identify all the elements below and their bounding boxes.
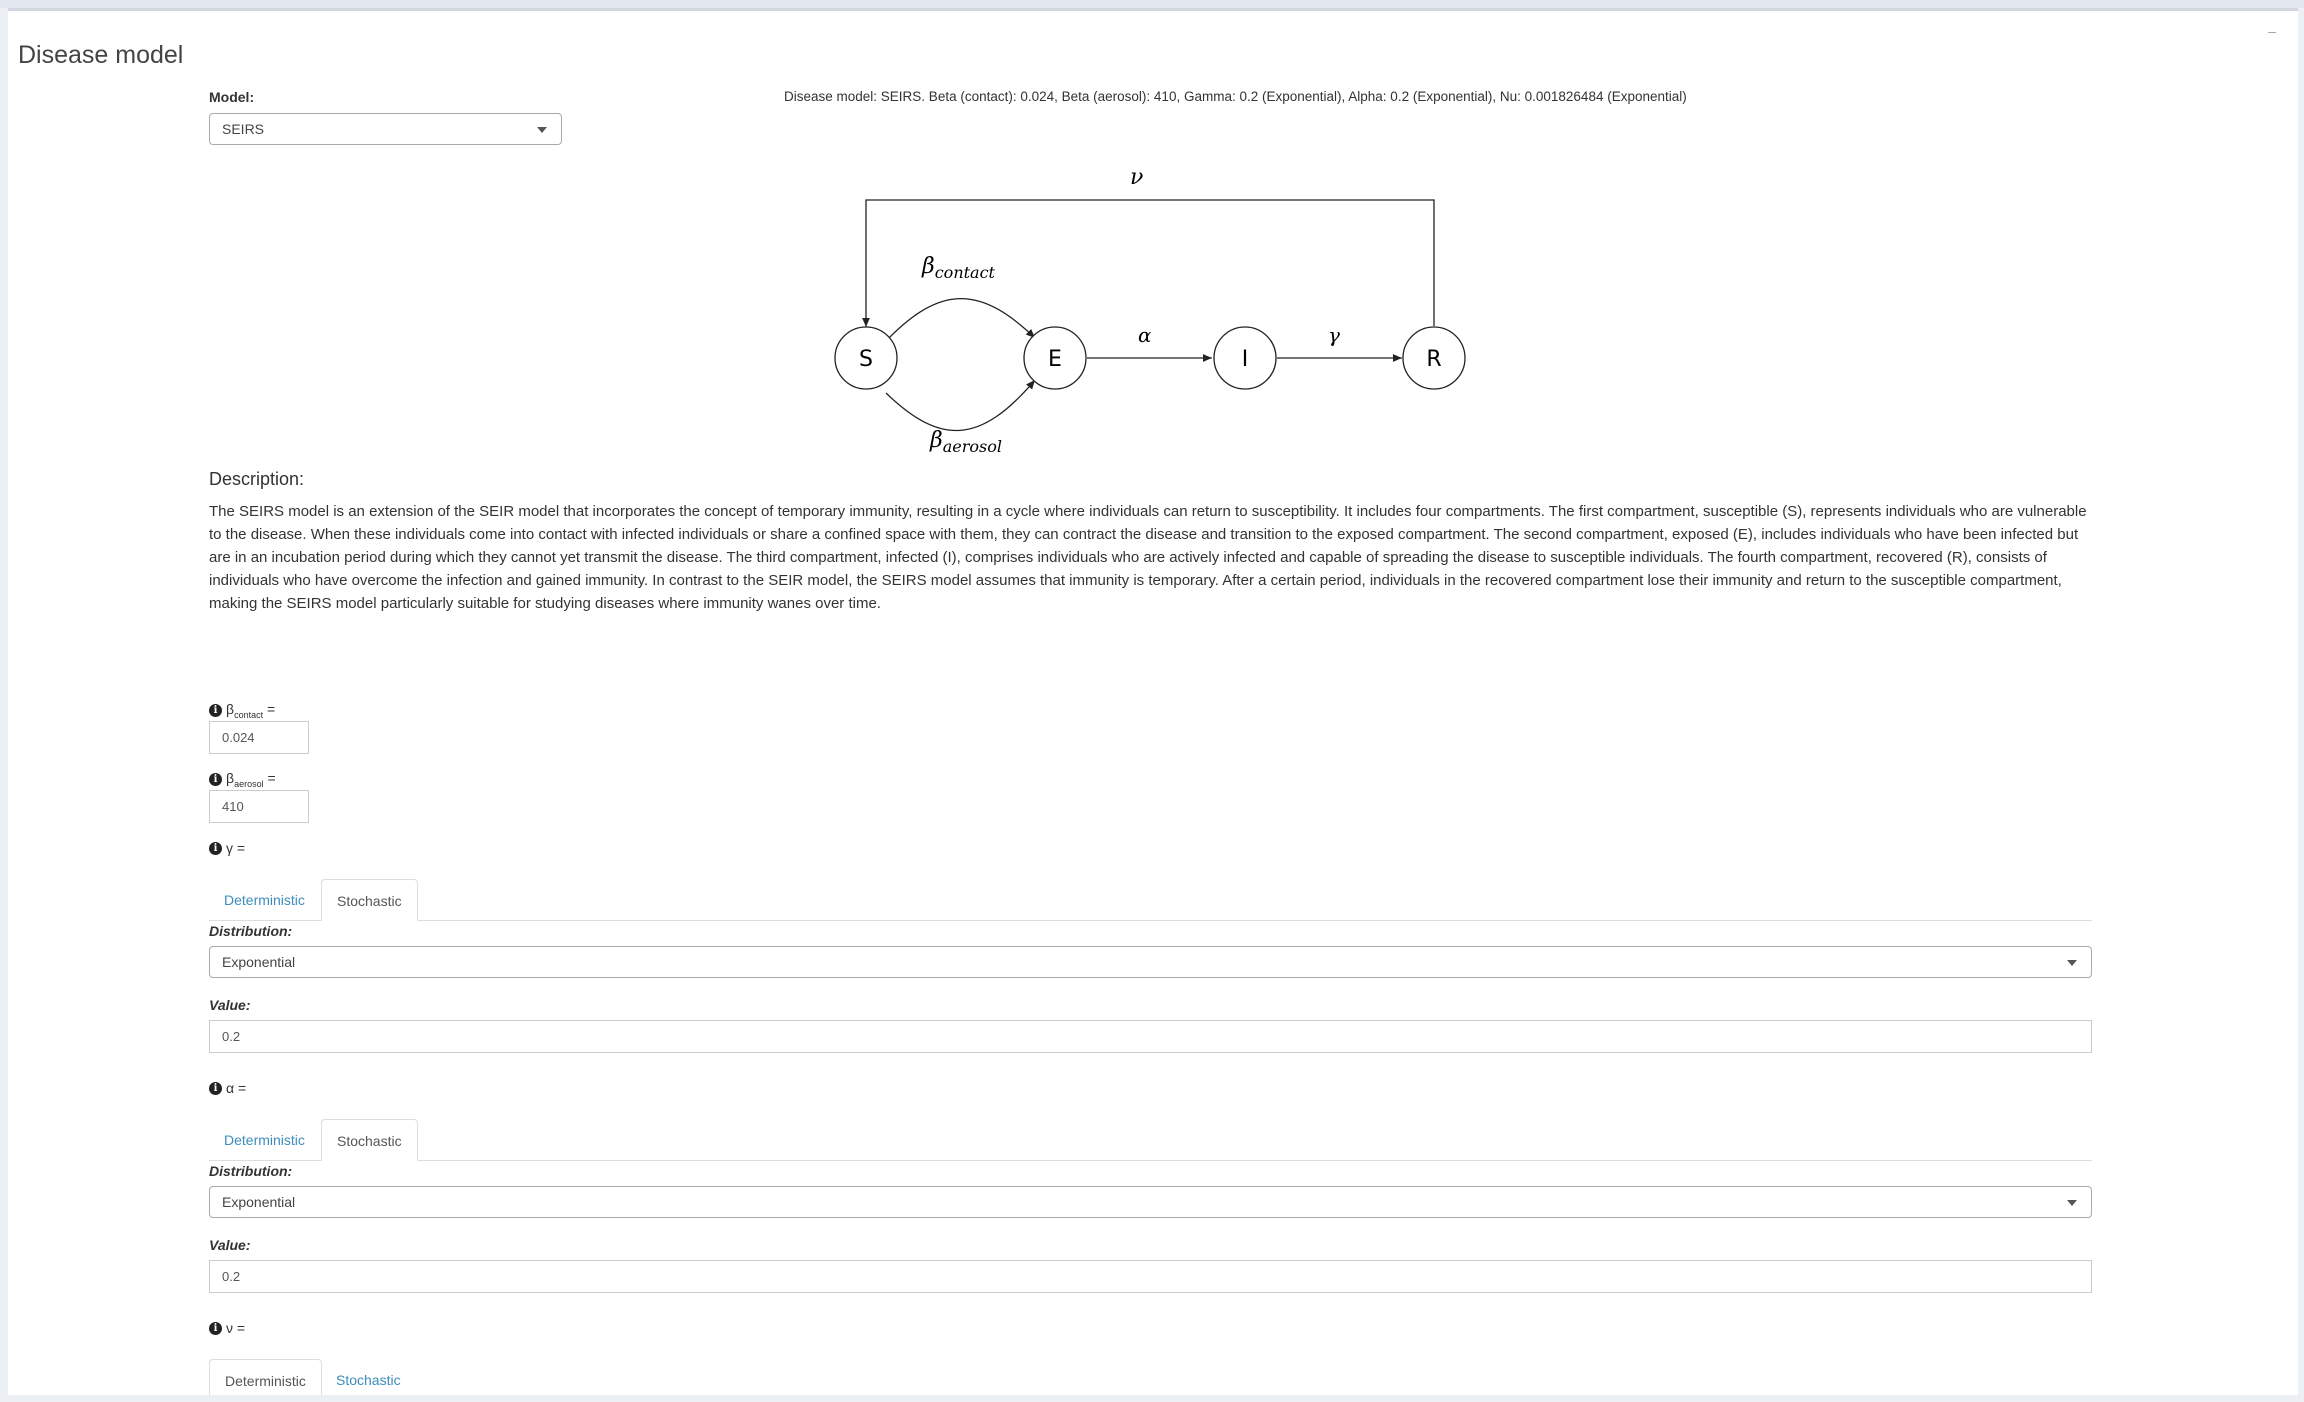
gamma-value-input[interactable]: 0.2	[209, 1020, 2092, 1053]
tab-deterministic[interactable]: Deterministic	[209, 879, 320, 921]
beta-contact-param-label: βcontact =	[226, 701, 276, 720]
info-icon[interactable]: i	[209, 1322, 222, 1335]
nu-param-label: ν =	[226, 1320, 246, 1336]
info-icon[interactable]: i	[209, 1082, 222, 1095]
info-icon[interactable]: i	[209, 773, 222, 786]
gamma-param-label: γ =	[226, 840, 246, 856]
beta-aerosol-input[interactable]: 410	[209, 790, 309, 823]
model-select-value: SEIRS	[222, 121, 265, 137]
nu-tabs: Deterministic Stochastic	[209, 1359, 2092, 1395]
tab-stochastic[interactable]: Stochastic	[321, 879, 418, 921]
node-r: R	[1402, 326, 1466, 390]
gamma-distribution-value: Exponential	[222, 954, 296, 970]
alpha-distribution-label: Distribution:	[209, 1163, 293, 1179]
description-text: The SEIRS model is an extension of the S…	[209, 503, 2087, 612]
gamma-value-label: Value:	[209, 997, 251, 1013]
model-select[interactable]: SEIRS	[209, 113, 562, 145]
chevron-down-icon	[537, 127, 547, 133]
gamma-distribution-select[interactable]: Exponential	[209, 946, 2092, 978]
gamma-label: γ	[1328, 323, 1340, 347]
alpha-label: α	[1138, 323, 1152, 347]
beta-contact-label: βcontact	[921, 254, 996, 282]
collapse-button[interactable]: –	[2268, 23, 2276, 39]
seirs-diagram: ν βcontact βaerosol α γ S E I R	[834, 165, 1466, 456]
gamma-distribution-label: Distribution:	[209, 923, 293, 939]
alpha-param-label: α =	[226, 1080, 247, 1096]
alpha-tabs: Deterministic Stochastic	[209, 1119, 2092, 1161]
svg-text:R: R	[1426, 347, 1441, 372]
svg-text:I: I	[1242, 347, 1249, 372]
box-title: Disease model	[18, 41, 184, 69]
node-e: E	[1023, 326, 1087, 390]
node-s: S	[834, 326, 898, 390]
edge-s-to-e-contact	[885, 297, 1036, 342]
alpha-value-input[interactable]: 0.2	[209, 1260, 2092, 1293]
model-summary: Disease model: SEIRS. Beta (contact): 0.…	[784, 89, 1687, 104]
chevron-down-icon	[2067, 1200, 2077, 1206]
description-heading: Description:	[209, 469, 305, 489]
beta-aerosol-param-label: βaerosol =	[226, 770, 276, 789]
info-icon[interactable]: i	[209, 704, 222, 717]
edge-s-to-e-aerosol	[885, 379, 1036, 432]
info-icon[interactable]: i	[209, 842, 222, 855]
node-i: I	[1213, 326, 1277, 390]
model-label: Model:	[209, 89, 255, 105]
svg-text:S: S	[859, 347, 873, 372]
top-border	[0, 0, 2304, 8]
chevron-down-icon	[2067, 960, 2077, 966]
tab-deterministic[interactable]: Deterministic	[209, 1119, 320, 1161]
nu-label: ν	[1130, 165, 1143, 190]
alpha-value-label: Value:	[209, 1237, 251, 1253]
beta-aerosol-label: βaerosol	[929, 428, 1002, 456]
tab-stochastic[interactable]: Stochastic	[321, 1119, 418, 1161]
svg-text:E: E	[1048, 347, 1062, 372]
beta-contact-input[interactable]: 0.024	[209, 721, 309, 754]
tab-stochastic[interactable]: Stochastic	[321, 1359, 416, 1395]
alpha-distribution-value: Exponential	[222, 1194, 296, 1210]
tab-deterministic[interactable]: Deterministic	[209, 1359, 322, 1395]
gamma-tabs: Deterministic Stochastic	[209, 879, 2092, 921]
alpha-distribution-select[interactable]: Exponential	[209, 1186, 2092, 1218]
